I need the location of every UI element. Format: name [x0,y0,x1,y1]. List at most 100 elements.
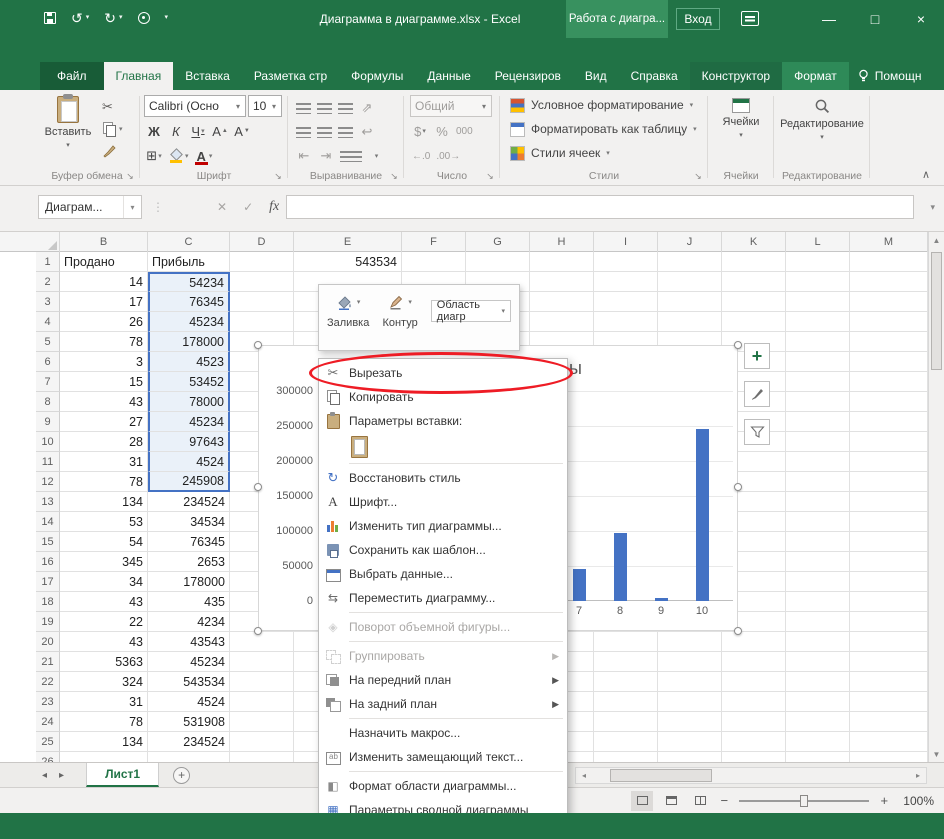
column-header-C[interactable]: C [148,232,230,252]
cell-K1[interactable] [722,252,786,272]
cell-C25[interactable]: 234524 [148,732,230,752]
cell-L8[interactable] [786,392,850,412]
chart-selection-handle[interactable] [254,627,262,635]
name-box[interactable]: Диаграм... ▾ [38,195,142,219]
cell-B25[interactable]: 134 [60,732,148,752]
cell-B13[interactable]: 134 [60,492,148,512]
ribbon-tab-view[interactable]: Вид [573,62,619,90]
cell-C17[interactable]: 178000 [148,572,230,592]
chart-filters-button[interactable] [744,419,770,445]
customize-qat-button[interactable]: ▾ [165,10,169,26]
cell-L10[interactable] [786,432,850,452]
cell-B1[interactable]: Продано [60,252,148,272]
row-header-18[interactable]: 18 [36,592,60,612]
cell-I20[interactable] [594,632,658,652]
cell-K25[interactable] [722,732,786,752]
cell-L2[interactable] [786,272,850,292]
ribbon-display-options-button[interactable] [741,11,759,26]
chart-selection-handle[interactable] [734,627,742,635]
grow-font-button[interactable]: А▲ [212,121,228,141]
cell-J4[interactable] [658,312,722,332]
cell-B7[interactable]: 15 [60,372,148,392]
menu-item-select-data[interactable]: Выбрать данные... [319,562,567,586]
cell-D24[interactable] [230,712,294,732]
cell-C20[interactable]: 43543 [148,632,230,652]
formula-input[interactable] [286,195,914,219]
cut-button[interactable]: ✂ [102,98,123,116]
maximize-button[interactable]: □ [852,0,898,38]
cell-C16[interactable]: 2653 [148,552,230,572]
cell-C19[interactable]: 4234 [148,612,230,632]
cell-M8[interactable] [850,392,928,412]
cell-B18[interactable]: 43 [60,592,148,612]
cell-M15[interactable] [850,532,928,552]
menu-item-reset-style[interactable]: Восстановить стиль [319,466,567,490]
cell-C23[interactable]: 4524 [148,692,230,712]
zoom-slider[interactable] [739,800,869,802]
zoom-out-button[interactable]: − [718,793,730,808]
editing-button[interactable]: Редактирование ▾ [776,98,868,141]
font-size-select[interactable]: 10▾ [248,95,282,117]
dialog-launcher-icon[interactable]: ↘ [124,170,136,182]
cell-I26[interactable] [594,752,658,762]
cell-I4[interactable] [594,312,658,332]
minimize-button[interactable]: — [806,0,852,38]
cell-M22[interactable] [850,672,928,692]
cell-D22[interactable] [230,672,294,692]
row-header-3[interactable]: 3 [36,292,60,312]
zoom-slider-thumb[interactable] [800,795,808,807]
view-page-layout-button[interactable] [660,791,682,811]
ribbon-tab-chart-design[interactable]: Конструктор [690,62,782,90]
row-header-16[interactable]: 16 [36,552,60,572]
format-as-table-button[interactable]: Форматировать как таблицу▾ [502,117,706,141]
cell-F1[interactable] [402,252,466,272]
chart-element-select[interactable]: Область диагр ▾ [431,300,511,322]
merge-center-icon[interactable] [340,151,362,162]
menu-item-move-chart[interactable]: Переместить диаграмму... [319,586,567,610]
horizontal-scrollbar[interactable]: ◂ ▸ [575,767,927,784]
row-header-11[interactable]: 11 [36,452,60,472]
borders-button[interactable]: ⊞▾ [146,146,162,166]
cell-B22[interactable]: 324 [60,672,148,692]
vertical-scroll-thumb[interactable] [931,252,942,370]
cell-B9[interactable]: 27 [60,412,148,432]
cell-C2[interactable]: 54234 [148,272,230,292]
menu-item-assign-macro[interactable]: Назначить макрос... [319,721,567,745]
cell-D26[interactable] [230,752,294,762]
cell-C1[interactable]: Прибыль [148,252,230,272]
cell-M5[interactable] [850,332,928,352]
vertical-scrollbar[interactable]: ▲ ▼ [928,232,944,762]
row-header-25[interactable]: 25 [36,732,60,752]
cell-L25[interactable] [786,732,850,752]
cell-H2[interactable] [530,272,594,292]
cell-I3[interactable] [594,292,658,312]
row-header-26[interactable]: 26 [36,752,60,762]
cell-C7[interactable]: 53452 [148,372,230,392]
cell-L21[interactable] [786,652,850,672]
cell-L14[interactable] [786,512,850,532]
decrease-indent-button[interactable]: ⇤ [296,146,312,166]
chart-styles-button[interactable] [744,381,770,407]
dialog-launcher-icon[interactable]: ↘ [388,170,400,182]
cell-J3[interactable] [658,292,722,312]
row-header-1[interactable]: 1 [36,252,60,272]
cell-M20[interactable] [850,632,928,652]
cell-M3[interactable] [850,292,928,312]
fill-button[interactable]: ▾ Заливка [327,290,369,345]
cell-C13[interactable]: 234524 [148,492,230,512]
menu-item-save-as-template[interactable]: Сохранить как шаблон... [319,538,567,562]
view-page-break-button[interactable] [689,791,711,811]
cell-K3[interactable] [722,292,786,312]
cell-C4[interactable]: 45234 [148,312,230,332]
row-header-9[interactable]: 9 [36,412,60,432]
row-header-7[interactable]: 7 [36,372,60,392]
expand-formula-bar-icon[interactable]: ▾ [930,202,935,213]
cell-M19[interactable] [850,612,928,632]
orientation-button[interactable]: ⇗ [359,98,375,118]
row-header-24[interactable]: 24 [36,712,60,732]
row-header-22[interactable]: 22 [36,672,60,692]
row-header-2[interactable]: 2 [36,272,60,292]
cell-B3[interactable]: 17 [60,292,148,312]
cell-C12[interactable]: 245908 [148,472,230,492]
cell-B5[interactable]: 78 [60,332,148,352]
